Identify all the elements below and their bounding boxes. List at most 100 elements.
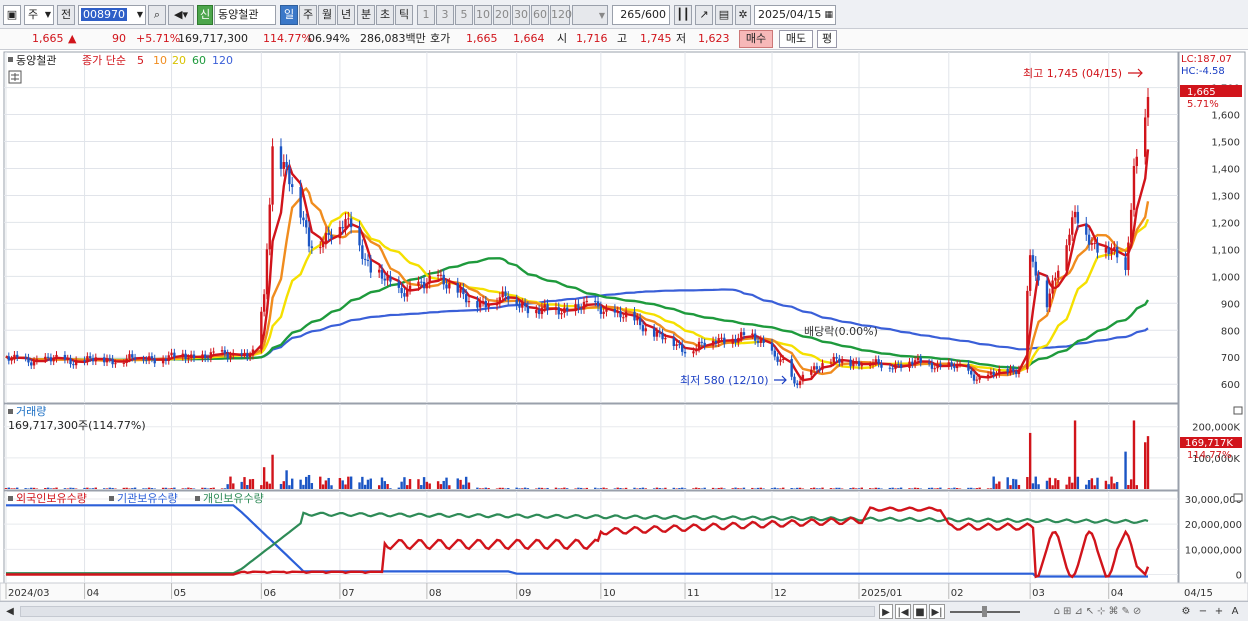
stock-code-input[interactable]: 008970 ▼ [78, 5, 146, 25]
volume-bar [103, 488, 106, 489]
candle-body [849, 359, 852, 367]
prev-button[interactable]: 전 [57, 5, 75, 25]
period-day-tab[interactable]: 일 [280, 5, 298, 25]
interval-120[interactable]: 120 [550, 5, 572, 25]
candle-body [279, 146, 283, 169]
candle-body [936, 363, 939, 369]
candle-body [515, 299, 518, 306]
candle-body [363, 258, 367, 260]
candle-body [779, 359, 782, 362]
volume-bar [790, 488, 793, 489]
candle-body [838, 358, 841, 363]
x-tick-label: 06 [263, 588, 276, 599]
first-button[interactable]: |◀ [895, 604, 911, 619]
candle-body [173, 352, 176, 358]
chart-canvas[interactable]: 6007008009001,0001,1001,2001,3001,4001,5… [0, 51, 1248, 602]
volume-bar [201, 487, 204, 489]
interval-1[interactable]: 1 [417, 5, 435, 25]
candle-body [995, 374, 998, 376]
volume-bar [1073, 420, 1077, 489]
volume-bar [305, 476, 308, 489]
period-week-tab[interactable]: 주 [299, 5, 317, 25]
panel-maximize-icon[interactable] [1233, 493, 1243, 502]
period-tick-tab[interactable]: 틱 [395, 5, 413, 25]
x-tick-label: 12 [774, 588, 787, 599]
interval-10[interactable]: 10 [474, 5, 492, 25]
candle-body [782, 358, 785, 360]
gear-icon[interactable]: ✲ [735, 5, 751, 25]
period-year-tab[interactable]: 년 [337, 5, 355, 25]
volume-bar [161, 487, 165, 489]
candle-body [220, 350, 224, 352]
volume-bar [279, 483, 283, 489]
settings-icon[interactable]: ⚙ [1178, 604, 1194, 619]
volume-bar [1107, 484, 1110, 489]
volume-bar [537, 487, 541, 489]
sell-button[interactable]: 매도 [779, 30, 813, 48]
candle-body [773, 350, 777, 357]
period-month-tab[interactable]: 월 [318, 5, 336, 25]
volume-bar [86, 487, 89, 489]
volume-bar [128, 488, 131, 489]
interval-20[interactable]: 20 [493, 5, 511, 25]
interval-5[interactable]: 5 [455, 5, 473, 25]
volume-bar [7, 487, 11, 489]
low-price: 1,623 [698, 32, 730, 45]
candle-body [358, 227, 361, 246]
scroll-track[interactable] [20, 606, 875, 617]
candle-body [164, 359, 168, 361]
candle-body [212, 351, 215, 353]
market-select[interactable]: 주 ▼ [24, 5, 54, 25]
play-button[interactable]: ▶ [879, 604, 893, 619]
candle-body [428, 275, 431, 284]
interval-3[interactable]: 3 [436, 5, 454, 25]
interval-dropdown[interactable]: ▼ [572, 5, 608, 25]
candle-body [877, 359, 880, 364]
volume-bar [282, 481, 285, 489]
period-second-tab[interactable]: 초 [376, 5, 394, 25]
volume-bar [1006, 477, 1009, 489]
panel-maximize-icon[interactable] [1233, 406, 1243, 415]
candle-type-icon[interactable]: ┃┃ [674, 5, 692, 25]
candle-body [857, 361, 861, 366]
volume-bar [1048, 477, 1051, 489]
candle-body [282, 162, 285, 169]
scroll-left-icon[interactable]: ◀ [4, 604, 16, 619]
buy-button[interactable]: 매수 [739, 30, 773, 48]
bar-count-field[interactable]: 265/600 [612, 5, 670, 25]
volume-bar [142, 488, 145, 489]
chart-area[interactable]: 600 700 800 900 1,000 1,100 1,200 1,300 1,400 1,5… [0, 51, 1248, 602]
speaker-icon[interactable]: ◀▾ [168, 5, 194, 25]
drawing-tools-icon[interactable]: ⌂⊞⊿↖⊹⌘✎⊘ [1024, 604, 1174, 619]
interval-30[interactable]: 30 [512, 5, 530, 25]
volume-bar [737, 488, 740, 489]
volume-bar [164, 487, 168, 489]
zoom-in-button[interactable]: + [1212, 604, 1226, 619]
price-tick-label: 1,600 [1211, 111, 1240, 122]
candle-body [742, 332, 746, 335]
zoom-out-button[interactable]: − [1196, 604, 1210, 619]
save-icon[interactable]: ▤ [715, 5, 733, 25]
interval-60[interactable]: 60 [531, 5, 549, 25]
font-size-button[interactable]: A [1228, 604, 1242, 619]
date-field[interactable]: 2025/04/15 ▦ [754, 5, 836, 25]
menu-icon[interactable]: ▣ [3, 5, 21, 25]
volume-bar [911, 488, 914, 489]
last-button[interactable]: ▶| [929, 604, 945, 619]
volume-bar [456, 478, 459, 489]
volume-bar [400, 481, 403, 489]
volume-bar [773, 487, 777, 489]
eval-button[interactable]: 평 [817, 30, 837, 48]
candle-body [624, 311, 628, 318]
legend-bullet-icon [8, 496, 13, 501]
candle-body [181, 353, 184, 358]
candle-body [829, 362, 833, 364]
stop-button[interactable]: ■ [913, 604, 927, 619]
line-tool-icon[interactable]: ↗ [695, 5, 713, 25]
candle-body [425, 283, 429, 289]
volume-bar [338, 478, 342, 489]
search-icon[interactable]: ⌕ [148, 5, 166, 25]
zoom-slider-handle[interactable] [982, 606, 987, 617]
period-minute-tab[interactable]: 분 [357, 5, 375, 25]
volume-bar [585, 487, 589, 489]
